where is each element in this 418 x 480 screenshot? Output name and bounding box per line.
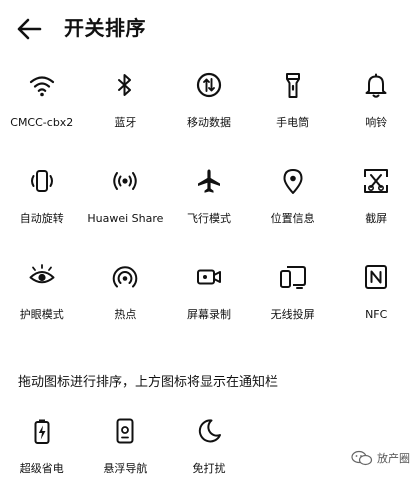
- huawei-share-icon: [110, 166, 140, 196]
- switch-grid: CMCC-cbx2 蓝牙 移动数据 手电筒 响铃 自动旋转 Huawei Sha…: [0, 64, 418, 352]
- eye-icon: [27, 262, 57, 292]
- tile-label: 响铃: [365, 116, 388, 129]
- tile-label: 飞行模式: [186, 212, 231, 225]
- tile-label: Huawei Share: [87, 212, 164, 225]
- hotspot-icon: [110, 262, 140, 292]
- tile-auto-rotate[interactable]: 自动旋转: [0, 160, 84, 256]
- tile-label: 蓝牙: [114, 116, 137, 129]
- nfc-icon: [361, 262, 391, 292]
- tile-screen-record[interactable]: 屏幕录制: [167, 256, 251, 352]
- tile-label: 手电筒: [276, 116, 310, 129]
- tile-location[interactable]: 位置信息: [251, 160, 335, 256]
- location-icon: [278, 166, 308, 196]
- tile-eye-comfort[interactable]: 护眼模式: [0, 256, 84, 352]
- tile-screenshot[interactable]: 截屏: [334, 160, 418, 256]
- tile-label: 超级省电: [19, 462, 64, 475]
- tile-label: 热点: [114, 308, 137, 321]
- wechat-icon: [351, 450, 373, 466]
- header-bar: 开关排序: [0, 0, 418, 58]
- tile-label: 移动数据: [186, 116, 231, 129]
- tile-mobile-data[interactable]: 移动数据: [167, 64, 251, 160]
- tile-label: 屏幕录制: [186, 308, 231, 321]
- drag-hint-text: 拖动图标进行排序，上方图标将显示在通知栏: [18, 375, 279, 390]
- tile-label: CMCC-cbx2: [10, 116, 74, 129]
- tile-label: 免打扰: [192, 462, 226, 475]
- tile-do-not-disturb[interactable]: 免打扰: [167, 410, 251, 480]
- arrow-left-icon: [17, 18, 42, 40]
- tile-battery-saver[interactable]: 超级省电: [0, 410, 84, 480]
- tile-label: 悬浮导航: [103, 462, 148, 475]
- flashlight-icon: [278, 70, 308, 100]
- screen-record-icon: [194, 262, 224, 292]
- tile-huawei-share[interactable]: Huawei Share: [84, 160, 168, 256]
- floating-nav-icon: [110, 416, 140, 446]
- watermark: 放产圈: [351, 450, 410, 466]
- tile-ringer[interactable]: 响铃: [334, 64, 418, 160]
- airplane-icon: [194, 166, 224, 196]
- back-button[interactable]: [12, 12, 46, 46]
- watermark-text: 放产圈: [377, 452, 410, 465]
- tile-label: 截屏: [365, 212, 388, 225]
- auto-rotate-icon: [27, 166, 57, 196]
- tile-label: 自动旋转: [19, 212, 64, 225]
- tile-nfc[interactable]: NFC: [334, 256, 418, 352]
- tile-label: NFC: [365, 308, 388, 321]
- bluetooth-icon: [110, 70, 140, 100]
- moon-icon: [194, 416, 224, 446]
- tile-airplane-mode[interactable]: 飞行模式: [167, 160, 251, 256]
- bell-icon: [361, 70, 391, 100]
- wifi-icon: [27, 70, 57, 100]
- tile-label: 无线投屏: [270, 308, 315, 321]
- mobile-data-icon: [194, 70, 224, 100]
- tile-floating-nav[interactable]: 悬浮导航: [84, 410, 168, 480]
- page-title: 开关排序: [64, 16, 146, 40]
- tile-label: 护眼模式: [19, 308, 64, 321]
- tile-wifi[interactable]: CMCC-cbx2: [0, 64, 84, 160]
- tile-hotspot[interactable]: 热点: [84, 256, 168, 352]
- tile-wireless-projection[interactable]: 无线投屏: [251, 256, 335, 352]
- tile-bluetooth[interactable]: 蓝牙: [84, 64, 168, 160]
- wireless-projection-icon: [278, 262, 308, 292]
- tile-label: 位置信息: [270, 212, 315, 225]
- screenshot-icon: [361, 166, 391, 196]
- tile-flashlight[interactable]: 手电筒: [251, 64, 335, 160]
- battery-saver-icon: [27, 416, 57, 446]
- extra-switch-grid: 超级省电 悬浮导航 免打扰: [0, 410, 418, 480]
